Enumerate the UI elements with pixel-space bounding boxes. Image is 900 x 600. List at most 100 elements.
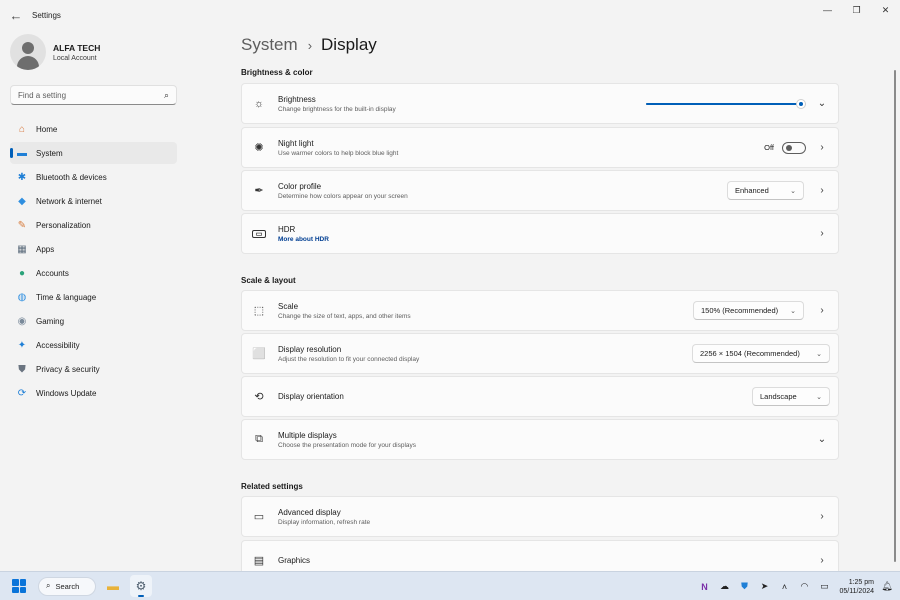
battery-icon[interactable]: ▭ (817, 580, 831, 594)
apps-icon: ▦ (17, 243, 27, 255)
display-orientation-card[interactable]: ⟲ Display orientation Landscape ⌄ (241, 376, 839, 417)
color-profile-dropdown[interactable]: Enhanced ⌄ (727, 181, 804, 200)
file-explorer-icon[interactable]: ▬ (102, 575, 124, 597)
brightness-title: Brightness (278, 94, 316, 104)
chevron-down-icon[interactable]: ⌄ (812, 98, 832, 109)
sidebar-item-accessibility[interactable]: ✦ Accessibility (10, 334, 177, 356)
sidebar-item-time-language[interactable]: ◍ Time & language (10, 286, 177, 308)
sidebar-item-home[interactable]: ⌂ Home (10, 118, 177, 140)
multiple-displays-card[interactable]: ⧉ Multiple displays Choose the presentat… (241, 419, 839, 460)
sidebar-item-network-internet[interactable]: ◆ Network & internet (10, 190, 177, 212)
scale-title: Scale (278, 301, 299, 311)
brightness-desc: Change brightness for the built-in displ… (278, 105, 396, 113)
sidebar-item-label: Bluetooth & devices (36, 172, 107, 182)
maximize-button[interactable]: ❐ (842, 0, 871, 20)
sidebar-item-label: Windows Update (36, 388, 97, 398)
location-icon[interactable]: ➤ (757, 580, 771, 594)
orientation-value: Landscape (760, 392, 797, 401)
sidebar-item-label: Personalization (36, 220, 91, 230)
orientation-icon: ⟲ (254, 391, 264, 403)
resolution-icon: ⬜ (252, 348, 266, 360)
system-tray: N ☁ ⛊ ➤ ˄ ◠ ▭ 1:25 pm 05/11/2024 🔔︎ (691, 572, 894, 600)
sidebar-item-personalization[interactable]: ✎ Personalization (10, 214, 177, 236)
sidebar-item-system[interactable]: ▬ System (10, 142, 177, 164)
search-icon[interactable]: ⌕ (164, 90, 169, 101)
sidebar-item-label: Home (36, 124, 58, 134)
resolution-dropdown[interactable]: 2256 × 1504 (Recommended) ⌄ (692, 344, 830, 363)
clock[interactable]: 1:25 pm 05/11/2024 (839, 579, 874, 595)
brightness-slider-thumb[interactable] (796, 98, 806, 109)
chevron-up-icon[interactable]: ˄ (777, 580, 791, 594)
chevron-right-icon[interactable]: › (812, 185, 832, 196)
defender-icon[interactable]: ⛊ (737, 580, 751, 594)
search-icon: ⌕ (46, 581, 51, 590)
orientation-dropdown[interactable]: Landscape ⌄ (752, 387, 830, 406)
scale-card[interactable]: ⬚ Scale Change the size of text, apps, a… (241, 290, 839, 331)
back-arrow-icon[interactable]: ← (2, 1, 30, 29)
color-profile-card[interactable]: ✒ Color profile Determine how colors app… (241, 170, 839, 211)
graphics-icon: ▤ (253, 555, 265, 567)
sidebar-item-gaming[interactable]: ◉ Gaming (10, 310, 177, 332)
multiple-displays-desc: Choose the presentation mode for your di… (278, 441, 417, 449)
sidebar-item-label: Privacy & security (36, 364, 100, 374)
title-bar: ← Settings — ❐ ✕ (0, 0, 900, 30)
sidebar-item-label: System (36, 148, 63, 158)
eyedropper-icon: ✒ (254, 185, 264, 197)
chevron-right-icon[interactable]: › (812, 305, 832, 316)
sidebar-item-privacy-security[interactable]: ⛊ Privacy & security (10, 358, 177, 380)
shield-icon: ⛊ (18, 363, 26, 375)
home-icon: ⌂ (18, 123, 26, 135)
minimize-button[interactable]: — (813, 0, 842, 20)
night-light-toggle[interactable] (782, 141, 806, 154)
hdr-card[interactable]: ▭ HDR More about HDR › (241, 213, 839, 254)
user-profile[interactable]: ALFA TECH Local Account (10, 34, 100, 70)
sidebar-item-accounts[interactable]: ● Accounts (10, 262, 177, 284)
sidebar-item-label: Time & language (36, 292, 97, 302)
resolution-title: Display resolution (278, 344, 342, 354)
settings-gear-icon[interactable]: ⚙ (130, 575, 152, 597)
bluetooth-icon: ✱ (17, 171, 27, 183)
taskbar: ⌕ Search ▬ ⚙ N ☁ ⛊ ➤ ˄ ◠ ▭ 1:25 pm 05/11… (0, 571, 900, 600)
taskbar-search-label: Search (55, 581, 80, 591)
wifi-icon: ◆ (18, 195, 26, 207)
night-light-card[interactable]: ✺ Night light Use warmer colors to help … (241, 127, 839, 168)
sidebar-item-bluetooth-devices[interactable]: ✱ Bluetooth & devices (10, 166, 177, 188)
close-button[interactable]: ✕ (871, 0, 900, 20)
advanced-display-desc: Display information, refresh rate (278, 518, 371, 526)
display-resolution-card[interactable]: ⬜ Display resolution Adjust the resoluti… (241, 333, 839, 374)
onedrive-icon[interactable]: ☁ (717, 580, 731, 594)
chevron-right-icon[interactable]: › (812, 555, 832, 566)
more-about-hdr-link[interactable]: More about HDR (278, 236, 812, 243)
clock-date: 05/11/2024 (839, 587, 874, 595)
advanced-display-title: Advanced display (278, 507, 341, 517)
laptop-icon: ▭ (253, 511, 265, 523)
scale-desc: Change the size of text, apps, and other… (278, 312, 411, 320)
advanced-display-card[interactable]: ▭ Advanced display Display information, … (241, 496, 839, 537)
breadcrumb: System › Display (241, 35, 377, 55)
wifi-icon[interactable]: ◠ (797, 580, 811, 594)
start-button[interactable] (10, 577, 28, 595)
onenote-icon[interactable]: N (697, 580, 711, 594)
scale-dropdown[interactable]: 150% (Recommended) ⌄ (693, 301, 804, 320)
sidebar-item-apps[interactable]: ▦ Apps (10, 238, 177, 260)
sidebar-item-windows-update[interactable]: ⟳ Windows Update (10, 382, 177, 404)
breadcrumb-separator-icon: › (307, 37, 313, 53)
brightness-slider[interactable] (646, 97, 806, 111)
taskbar-search[interactable]: ⌕ Search (38, 576, 96, 596)
graphics-title: Graphics (278, 556, 311, 565)
color-profile-desc: Determine how colors appear on your scre… (278, 192, 408, 200)
sun-icon: ☼ (253, 97, 265, 110)
gamepad-icon: ◉ (17, 315, 27, 327)
chevron-right-icon[interactable]: › (812, 228, 832, 239)
window-controls: — ❐ ✕ (813, 0, 900, 20)
chevron-right-icon[interactable]: › (812, 142, 832, 153)
notification-bell-icon[interactable]: 🔔︎ (880, 580, 894, 594)
chevron-right-icon[interactable]: › (812, 511, 832, 522)
breadcrumb-system[interactable]: System (241, 35, 298, 55)
graphics-card[interactable]: ▤ Graphics › (241, 540, 839, 571)
chevron-down-icon[interactable]: ⌄ (812, 434, 832, 445)
night-light-state: Off (764, 143, 774, 152)
scrollbar[interactable] (894, 70, 896, 562)
search-input[interactable]: Find a setting ⌕ (10, 85, 177, 105)
brightness-card[interactable]: ☼ Brightness Change brightness for the b… (241, 83, 839, 124)
